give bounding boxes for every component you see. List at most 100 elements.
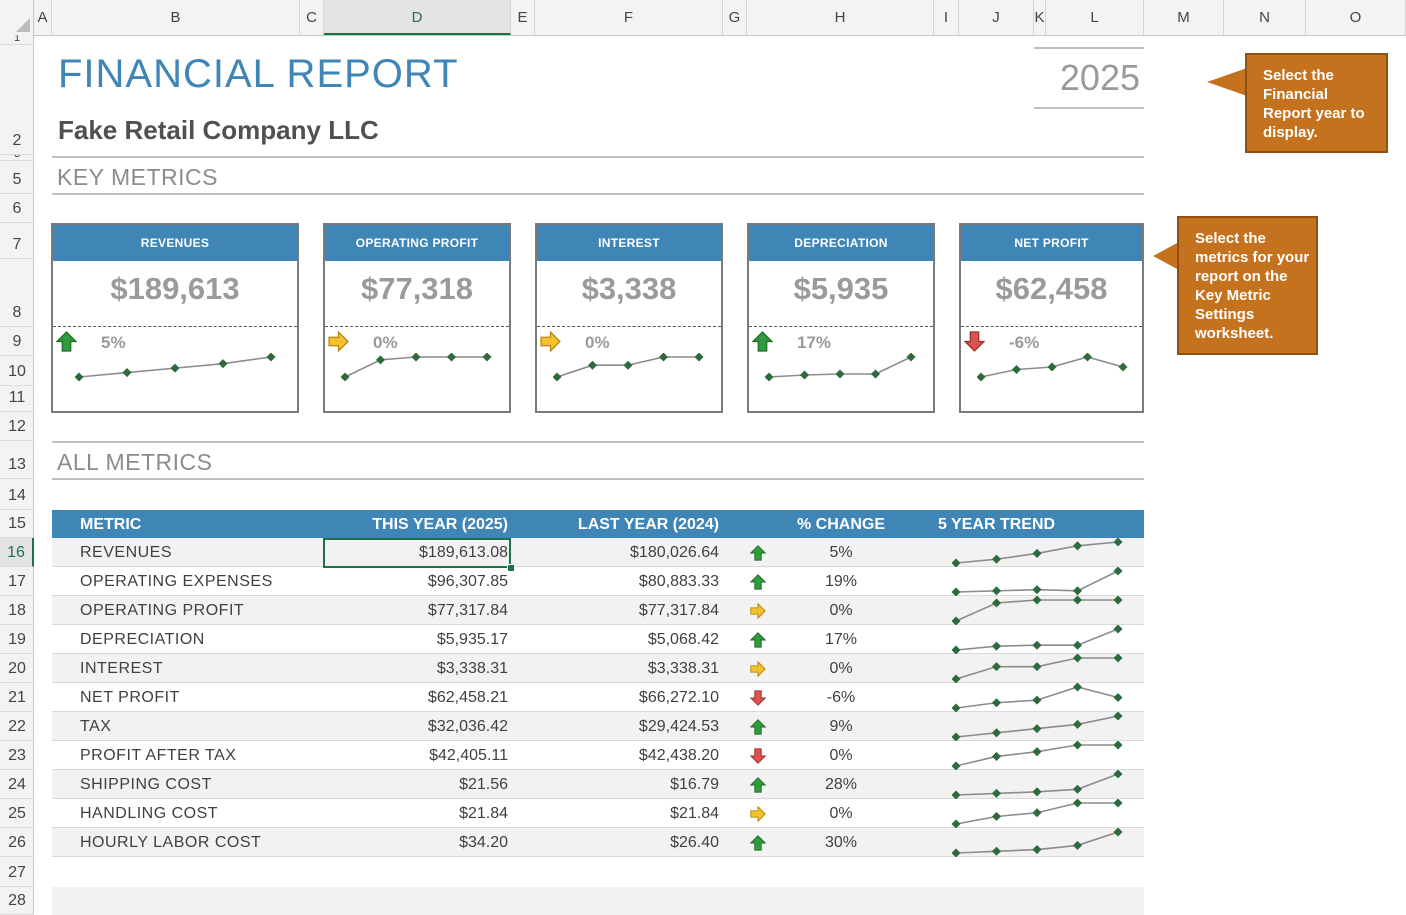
- row-header-18[interactable]: 18: [0, 596, 34, 625]
- cell-pct-change[interactable]: 5%: [792, 538, 890, 567]
- cell-last-year[interactable]: $180,026.64: [522, 538, 719, 567]
- row-header-21[interactable]: 21: [0, 683, 34, 712]
- row-header-23[interactable]: 23: [0, 741, 34, 770]
- cell-this-year[interactable]: $3,338.31: [322, 654, 508, 683]
- cell-metric[interactable]: REVENUES: [80, 538, 172, 567]
- cell-metric[interactable]: NET PROFIT: [80, 683, 180, 712]
- cell-this-year[interactable]: $21.56: [322, 770, 508, 799]
- cell-metric[interactable]: PROFIT AFTER TAX: [80, 741, 236, 770]
- cell-metric[interactable]: SHIPPING COST: [80, 770, 212, 799]
- row-header-1[interactable]: 1: [0, 35, 34, 45]
- cell-pct-change[interactable]: 0%: [792, 799, 890, 828]
- cell-pct-change[interactable]: 0%: [792, 741, 890, 770]
- cell-this-year[interactable]: $62,458.21: [322, 683, 508, 712]
- cell-trend-arrow[interactable]: [749, 574, 767, 590]
- row-header-22[interactable]: 22: [0, 712, 34, 741]
- cell-this-year[interactable]: $42,405.11: [322, 741, 508, 770]
- cell-last-year[interactable]: $77,317.84: [522, 596, 719, 625]
- cell-5-year-trend[interactable]: [951, 653, 1132, 684]
- cell-pct-change[interactable]: 30%: [792, 828, 890, 857]
- year-selector[interactable]: 2025: [1034, 47, 1144, 109]
- cell-trend-arrow[interactable]: [750, 805, 766, 823]
- row-header-26[interactable]: 26: [0, 828, 34, 857]
- cell-5-year-trend[interactable]: [951, 769, 1132, 800]
- cell-this-year[interactable]: $5,935.17: [322, 625, 508, 654]
- cell-trend-arrow[interactable]: [749, 632, 767, 648]
- column-header-i[interactable]: I: [934, 0, 959, 35]
- column-header-n[interactable]: N: [1224, 0, 1306, 35]
- row-header-16[interactable]: 16: [0, 538, 34, 567]
- cell-metric[interactable]: OPERATING PROFIT: [80, 596, 244, 625]
- cell-last-year[interactable]: $26.40: [522, 828, 719, 857]
- cell-metric[interactable]: INTEREST: [80, 654, 163, 683]
- cell-metric[interactable]: OPERATING EXPENSES: [80, 567, 273, 596]
- row-header-13[interactable]: 13: [0, 441, 34, 479]
- cell-trend-arrow[interactable]: [749, 545, 767, 561]
- cell-metric[interactable]: DEPRECIATION: [80, 625, 205, 654]
- cell-5-year-trend[interactable]: [951, 827, 1132, 858]
- cell-this-year[interactable]: $32,036.42: [322, 712, 508, 741]
- column-header-a[interactable]: A: [34, 0, 52, 35]
- cell-last-year[interactable]: $3,338.31: [522, 654, 719, 683]
- cell-trend-arrow[interactable]: [749, 690, 767, 706]
- row-header-14[interactable]: 14: [0, 479, 34, 510]
- row-header-12[interactable]: 12: [0, 412, 34, 441]
- cell-last-year[interactable]: $5,068.42: [522, 625, 719, 654]
- active-cell[interactable]: [323, 538, 511, 568]
- row-header-20[interactable]: 20: [0, 654, 34, 683]
- row-header-6[interactable]: 6: [0, 194, 34, 223]
- row-header-2[interactable]: 2: [0, 45, 34, 155]
- column-header-j[interactable]: J: [959, 0, 1034, 35]
- cell-last-year[interactable]: $66,272.10: [522, 683, 719, 712]
- cell-this-year[interactable]: $96,307.85: [322, 567, 508, 596]
- cell-trend-arrow[interactable]: [749, 748, 767, 764]
- row-header-7[interactable]: 7: [0, 223, 34, 259]
- cell-pct-change[interactable]: 0%: [792, 654, 890, 683]
- cell-last-year[interactable]: $29,424.53: [522, 712, 719, 741]
- row-header-11[interactable]: 11: [0, 386, 34, 412]
- column-header-h[interactable]: H: [747, 0, 934, 35]
- cell-last-year[interactable]: $21.84: [522, 799, 719, 828]
- cell-5-year-trend[interactable]: [951, 682, 1132, 713]
- cell-pct-change[interactable]: -6%: [792, 683, 890, 712]
- row-header-25[interactable]: 25: [0, 799, 34, 828]
- cell-trend-arrow[interactable]: [749, 777, 767, 793]
- cell-trend-arrow[interactable]: [749, 835, 767, 851]
- cell-5-year-trend[interactable]: [951, 711, 1132, 742]
- cell-last-year[interactable]: $80,883.33: [522, 567, 719, 596]
- row-header-10[interactable]: 10: [0, 356, 34, 386]
- cell-metric[interactable]: HANDLING COST: [80, 799, 218, 828]
- column-header-c[interactable]: C: [300, 0, 324, 35]
- column-header-o[interactable]: O: [1306, 0, 1406, 35]
- column-header-g[interactable]: G: [723, 0, 747, 35]
- cell-last-year[interactable]: $42,438.20: [522, 741, 719, 770]
- cell-trend-arrow[interactable]: [750, 660, 766, 678]
- row-header-15[interactable]: 15: [0, 510, 34, 538]
- cell-pct-change[interactable]: 19%: [792, 567, 890, 596]
- cell-5-year-trend[interactable]: [951, 624, 1132, 655]
- cell-pct-change[interactable]: 0%: [792, 596, 890, 625]
- cell-this-year[interactable]: $34.20: [322, 828, 508, 857]
- row-header-19[interactable]: 19: [0, 625, 34, 654]
- row-header-27[interactable]: 27: [0, 857, 34, 887]
- column-header-e[interactable]: E: [511, 0, 535, 35]
- cell-pct-change[interactable]: 9%: [792, 712, 890, 741]
- cell-5-year-trend[interactable]: [951, 740, 1132, 771]
- row-header-24[interactable]: 24: [0, 770, 34, 799]
- cell-last-year[interactable]: $16.79: [522, 770, 719, 799]
- cell-5-year-trend[interactable]: [951, 798, 1132, 829]
- cell-5-year-trend[interactable]: [951, 566, 1132, 597]
- cell-metric[interactable]: TAX: [80, 712, 111, 741]
- cell-pct-change[interactable]: 17%: [792, 625, 890, 654]
- column-header-m[interactable]: M: [1144, 0, 1224, 35]
- row-header-8[interactable]: 8: [0, 259, 34, 327]
- row-header-28[interactable]: 28: [0, 887, 34, 915]
- column-header-b[interactable]: B: [52, 0, 300, 35]
- cell-trend-arrow[interactable]: [750, 602, 766, 620]
- cell-this-year[interactable]: $77,317.84: [322, 596, 508, 625]
- row-header-17[interactable]: 17: [0, 567, 34, 596]
- row-header-9[interactable]: 9: [0, 327, 34, 356]
- cell-5-year-trend[interactable]: [951, 537, 1132, 568]
- cell-trend-arrow[interactable]: [749, 719, 767, 735]
- cell-5-year-trend[interactable]: [951, 595, 1132, 626]
